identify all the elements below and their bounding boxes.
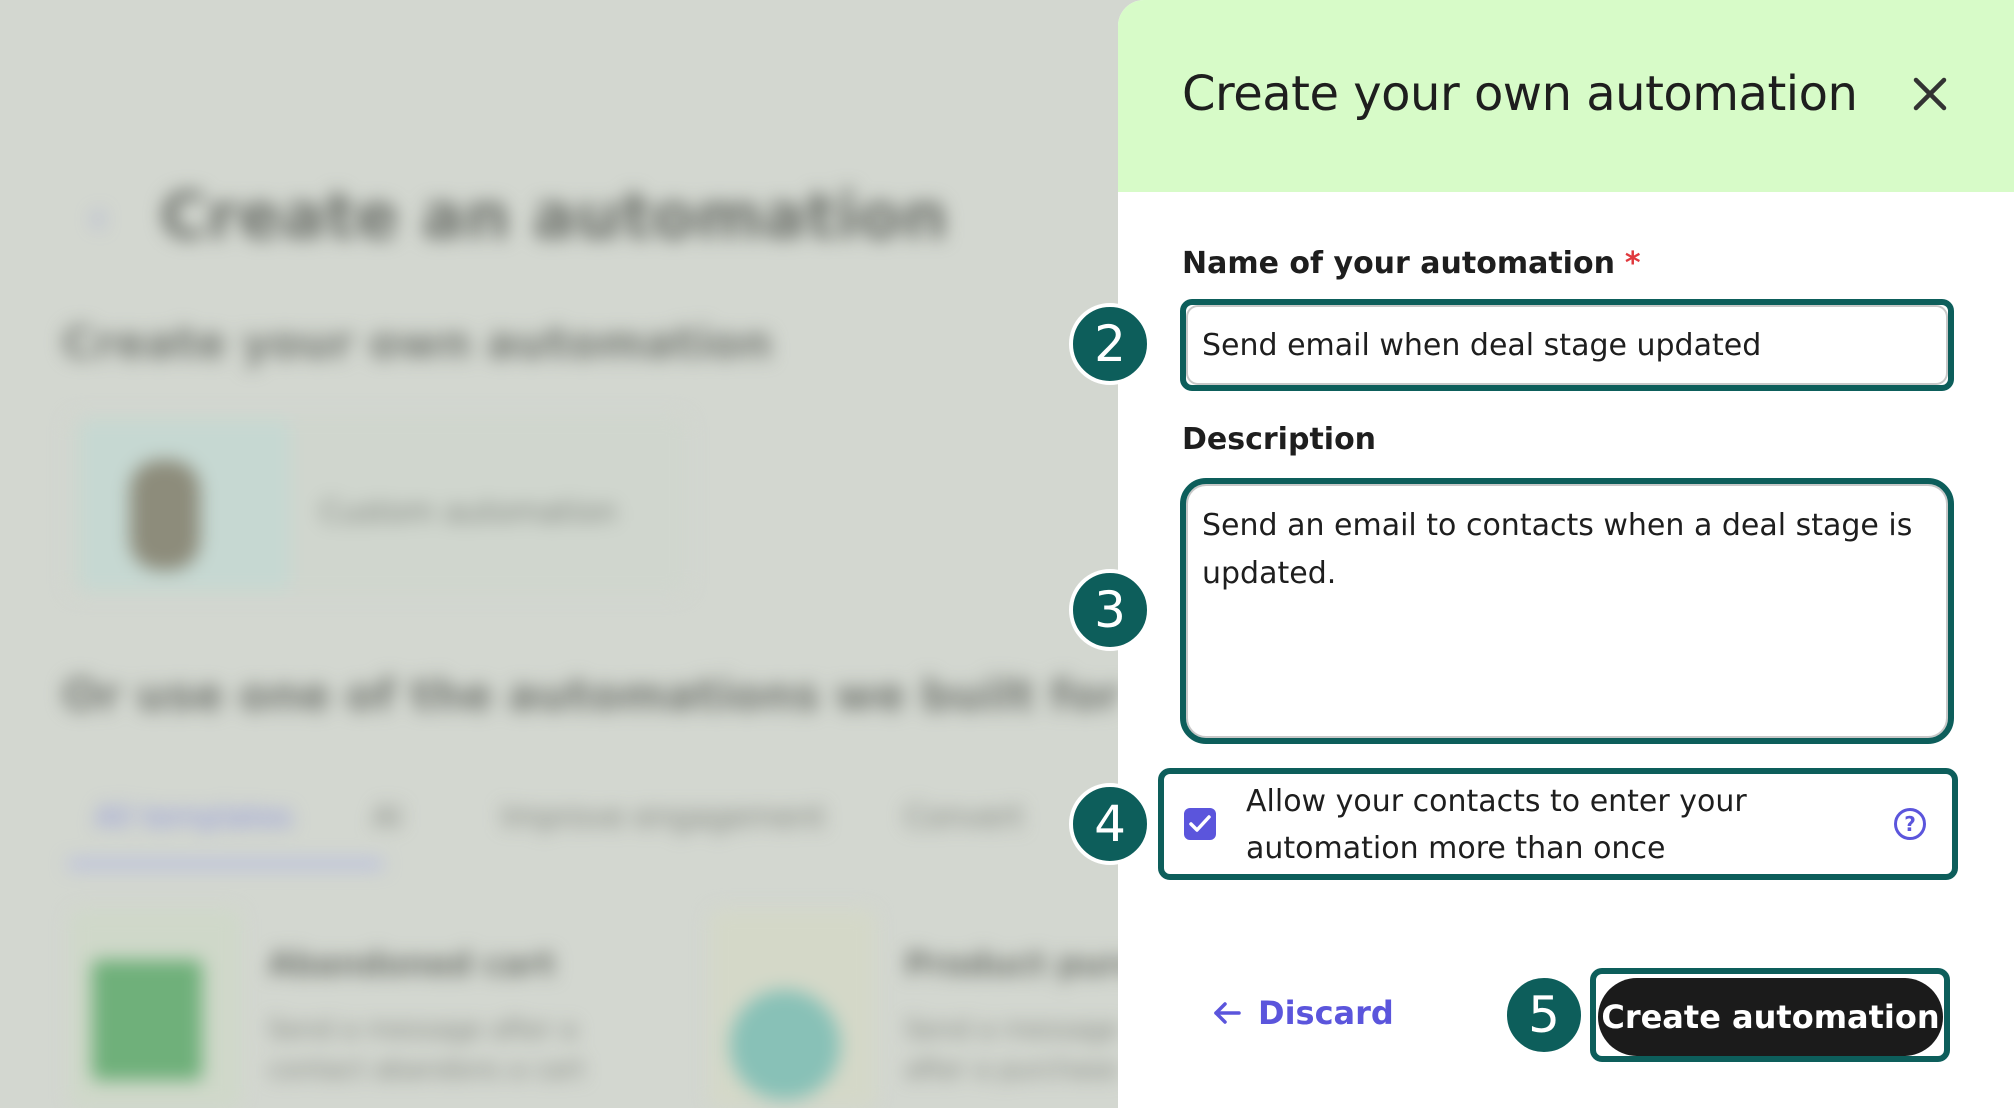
templates-heading: Or use one of the automations we built f…: [62, 670, 1150, 721]
active-tab-underline: [68, 860, 383, 868]
description-value: Send an email to contacts when a deal st…: [1202, 508, 1913, 591]
description-textarea[interactable]: Send an email to contacts when a deal st…: [1186, 484, 1948, 738]
name-field-label-text: Name of your automation: [1182, 246, 1615, 281]
background-page: ‹ Create an automation Create your own a…: [0, 0, 1150, 1108]
tab-all-templates: All templates: [95, 800, 293, 835]
close-button[interactable]: [1906, 70, 1954, 118]
template-card-illustration: [730, 990, 840, 1100]
name-field-label: Name of your automation *: [1182, 246, 1641, 281]
create-automation-button[interactable]: Create automation: [1598, 978, 1943, 1056]
step-badge-2: 2: [1069, 303, 1151, 385]
question-circle-icon[interactable]: ?: [1894, 808, 1926, 840]
custom-automation-label: Custom automation: [320, 495, 618, 530]
background-subtitle: Create your own automation: [62, 318, 772, 369]
template-card-title: Product purchase: [905, 945, 1150, 983]
step-badge-5: 5: [1503, 974, 1585, 1056]
custom-automation-illustration: [130, 460, 200, 570]
background-blur-layer: ‹ Create an automation Create your own a…: [0, 0, 1150, 1108]
panel-title: Create your own automation: [1182, 66, 1858, 122]
background-page-title: Create an automation: [160, 180, 948, 254]
discard-button[interactable]: Discard: [1212, 994, 1394, 1032]
template-card-title: Abandoned cart: [268, 945, 556, 983]
automation-name-input[interactable]: Send email when deal stage updated: [1186, 305, 1948, 385]
step-badge-3: 3: [1069, 569, 1151, 651]
tab-ai: AI: [372, 800, 402, 835]
back-arrow-icon: ‹: [90, 195, 106, 241]
template-card-desc-line: Send a message after a: [268, 1015, 577, 1045]
reentry-checkbox[interactable]: [1184, 808, 1216, 840]
arrow-left-icon: [1214, 1002, 1241, 1024]
discard-label: Discard: [1258, 994, 1394, 1032]
panel-header: Create your own automation: [1118, 0, 2014, 192]
template-card-desc-line: after a purchase: [905, 1055, 1119, 1085]
template-card-desc-line: contact abandons a cart: [268, 1055, 585, 1085]
description-field-label: Description: [1182, 422, 1377, 457]
reentry-checkbox-label: Allow your contacts to enter your automa…: [1246, 784, 1747, 866]
template-card-illustration: [92, 960, 202, 1080]
tab-improve-engagement: Improve engagement: [501, 800, 826, 835]
required-asterisk: *: [1624, 246, 1641, 281]
step-badge-4: 4: [1069, 783, 1151, 865]
close-icon: [1913, 77, 1947, 111]
create-automation-panel: Create your own automation Name of your …: [1118, 0, 2014, 1108]
tab-convert: Convert: [904, 800, 1024, 835]
template-tabs: All templates AI Improve engagement Conv…: [95, 800, 1023, 835]
checkmark-icon: [1189, 815, 1211, 832]
template-card-desc-line: Send a message: [905, 1015, 1120, 1045]
automation-name-value: Send email when deal stage updated: [1202, 327, 1762, 363]
